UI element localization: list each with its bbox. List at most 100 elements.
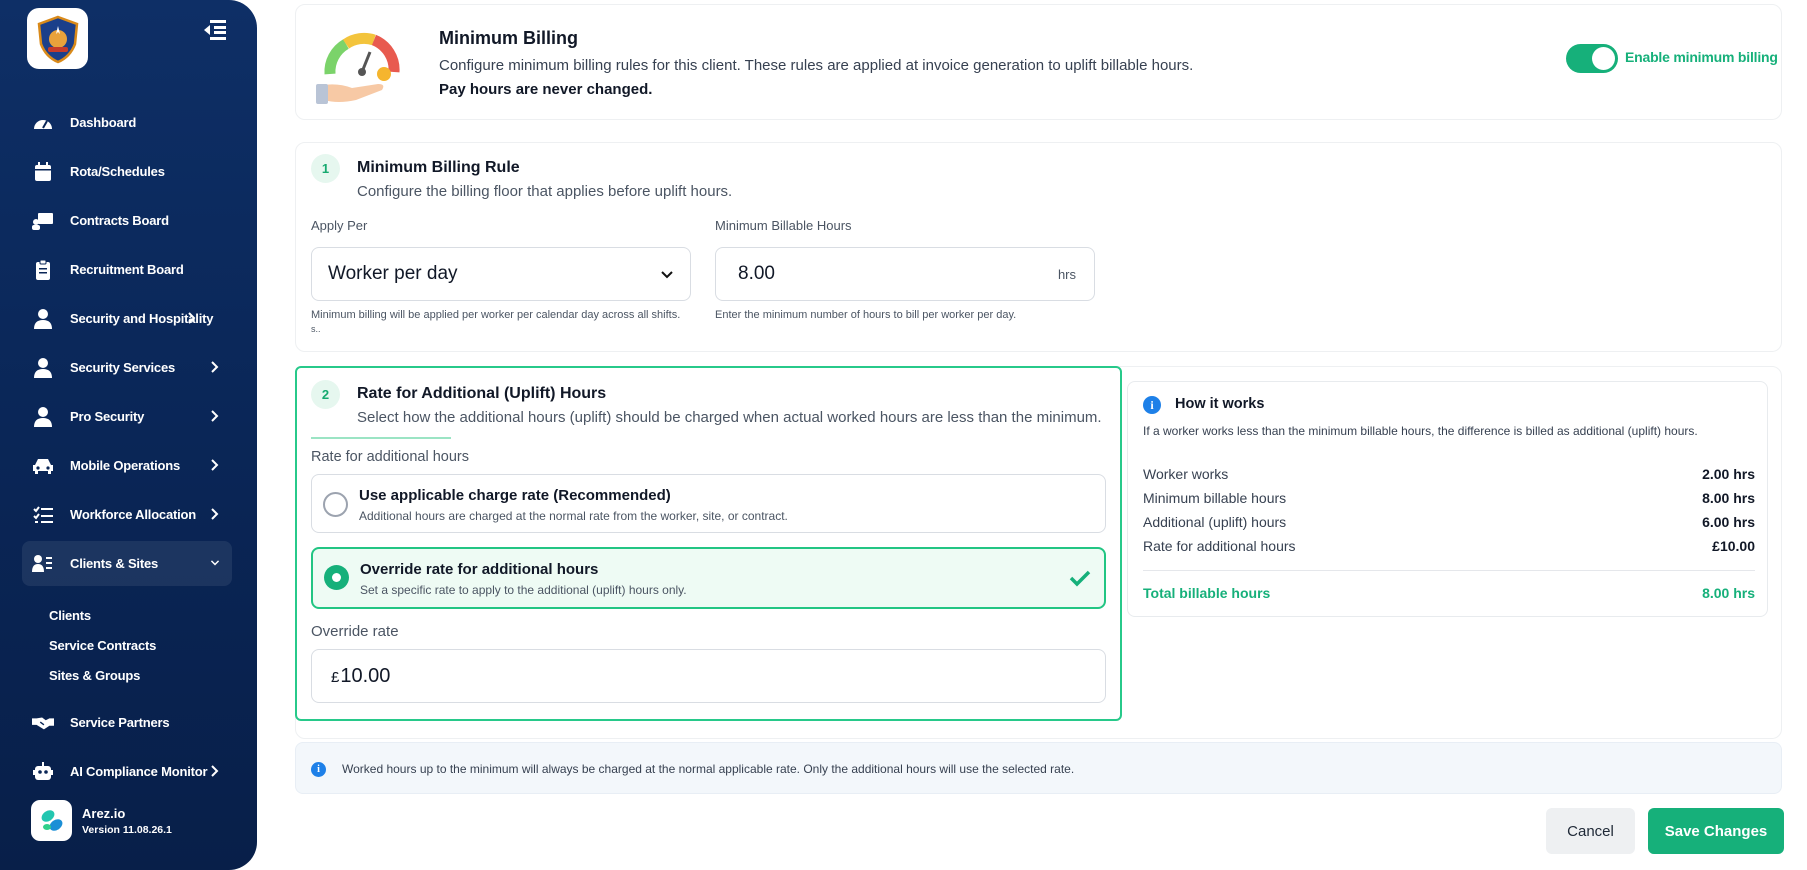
summary-label: Minimum billable hours bbox=[1143, 490, 1287, 506]
user-icon bbox=[32, 406, 54, 428]
page-description: Configure minimum billing rules for this… bbox=[439, 57, 1194, 74]
clipboard-icon bbox=[32, 259, 54, 281]
divider bbox=[1143, 570, 1755, 571]
company-logo[interactable] bbox=[27, 8, 88, 69]
sidebar-item-recruitment-board[interactable]: Recruitment Board bbox=[22, 245, 232, 294]
arez-logo-icon bbox=[31, 800, 72, 841]
sidebar-item-label: Clients & Sites bbox=[70, 556, 159, 571]
sidebar-item-label: Dashboard bbox=[70, 115, 137, 130]
app: Dashboard Rota/Schedules Contracts Board… bbox=[0, 0, 1807, 870]
info-icon: i bbox=[1143, 396, 1161, 414]
sidebar-item-label: Recruitment Board bbox=[70, 262, 184, 277]
subnav-item-service-contracts[interactable]: Service Contracts bbox=[49, 630, 232, 660]
min-hours-hint: Enter the minimum number of hours to bil… bbox=[715, 309, 1017, 321]
summary-value: 8.00 hrs bbox=[1702, 490, 1755, 506]
currency-symbol: £ bbox=[331, 668, 340, 686]
sidebar-nav: Dashboard Rota/Schedules Contracts Board… bbox=[22, 98, 232, 796]
sidebar-item-ai-compliance-monitor[interactable]: AI Compliance Monitor bbox=[22, 747, 232, 796]
total-label: Total billable hours bbox=[1143, 585, 1271, 601]
enable-minimum-billing-label[interactable]: Enable minimum billing bbox=[1625, 49, 1778, 65]
chevron-right-icon bbox=[211, 508, 219, 520]
sidebar-item-mobile-operations[interactable]: Mobile Operations bbox=[22, 441, 232, 490]
checkmark-icon bbox=[1069, 570, 1091, 587]
option-desc: Additional hours are charged at the norm… bbox=[359, 509, 788, 523]
hours-unit: hrs bbox=[1057, 267, 1076, 282]
min-hours-label: Minimum Billable Hours bbox=[715, 218, 852, 233]
brand-name: Arez.io bbox=[82, 805, 126, 821]
summary-value: £10.00 bbox=[1712, 538, 1755, 554]
total-value: 8.00 hrs bbox=[1702, 585, 1755, 601]
how-it-works-desc: If a worker works less than the minimum … bbox=[1143, 424, 1698, 438]
save-changes-button[interactable]: Save Changes bbox=[1648, 808, 1784, 854]
step-badge-1: 1 bbox=[311, 154, 340, 183]
sidebar-item-label: AI Compliance Monitor bbox=[70, 764, 208, 779]
apply-per-label: Apply Per bbox=[311, 218, 368, 233]
page-title: Minimum Billing bbox=[439, 28, 578, 48]
option-override-rate[interactable]: Override rate for additional hours Set a… bbox=[311, 547, 1106, 609]
sidebar-item-dashboard[interactable]: Dashboard bbox=[22, 98, 232, 147]
sidebar-item-label: Pro Security bbox=[70, 409, 145, 424]
apply-per-hint-overflow: s.. bbox=[311, 324, 321, 334]
section-underline bbox=[311, 437, 451, 439]
chevron-right-icon bbox=[211, 410, 219, 422]
sidebar-item-label: Contracts Board bbox=[70, 213, 169, 228]
step-badge-2: 2 bbox=[311, 380, 340, 409]
sidebar-item-service-partners[interactable]: Service Partners bbox=[22, 698, 232, 747]
summary-label: Worker works bbox=[1143, 466, 1229, 482]
shield-crest-icon bbox=[37, 15, 78, 63]
sidebar-item-security-and-hospitality[interactable]: Security and Hospitality bbox=[22, 294, 232, 343]
option-title: Use applicable charge rate (Recommended) bbox=[359, 487, 671, 504]
summary-row: Additional (uplift) hours 6.00 hrs bbox=[1143, 514, 1755, 534]
clients-subnav: Clients Service Contracts Sites & Groups bbox=[22, 588, 232, 698]
override-rate-value: 10.00 bbox=[340, 664, 391, 687]
info-note-text: Worked hours up to the minimum will alwa… bbox=[342, 762, 1075, 776]
sidebar-item-rota-schedules[interactable]: Rota/Schedules bbox=[22, 147, 232, 196]
summary-label: Rate for additional hours bbox=[1143, 538, 1296, 554]
billing-gauge-hand-icon bbox=[316, 32, 400, 104]
radio-unselected[interactable] bbox=[323, 492, 348, 517]
info-icon: i bbox=[311, 762, 326, 777]
override-rate-input[interactable]: £ 10.00 bbox=[311, 649, 1106, 703]
sidebar: Dashboard Rota/Schedules Contracts Board… bbox=[0, 0, 257, 870]
chevron-down-icon bbox=[661, 271, 673, 279]
sidebar-item-clients-and-sites[interactable]: Clients & Sites bbox=[22, 541, 232, 586]
chevron-right-icon bbox=[211, 459, 219, 471]
radio-selected[interactable] bbox=[324, 565, 349, 590]
cancel-button[interactable]: Cancel bbox=[1546, 808, 1635, 854]
subnav-item-sites-and-groups[interactable]: Sites & Groups bbox=[49, 660, 232, 690]
summary-row: Worker works 2.00 hrs bbox=[1143, 466, 1755, 486]
total-row: Total billable hours 8.00 hrs bbox=[1143, 585, 1755, 601]
section2-title: Rate for Additional (Uplift) Hours bbox=[357, 385, 607, 402]
chevron-right-icon bbox=[211, 765, 219, 777]
section2-subtitle: Select how the additional hours (uplift)… bbox=[357, 409, 1102, 426]
apply-per-select[interactable]: Worker per day bbox=[311, 247, 691, 301]
enable-minimum-billing-toggle[interactable] bbox=[1566, 44, 1618, 73]
sidebar-item-label: Rota/Schedules bbox=[70, 164, 165, 179]
calendar-icon bbox=[32, 161, 54, 183]
section1-subtitle: Configure the billing floor that applies… bbox=[357, 183, 733, 200]
sidebar-item-workforce-allocation[interactable]: Workforce Allocation bbox=[22, 490, 232, 539]
brand-block: Arez.io Version 11.08.26.1 bbox=[31, 800, 172, 841]
apply-per-hint: Minimum billing will be applied per work… bbox=[311, 309, 681, 321]
sidebar-item-label: Service Partners bbox=[70, 715, 170, 730]
min-billable-hours-input[interactable]: 8.00 hrs bbox=[715, 247, 1095, 301]
chevron-down-icon bbox=[210, 560, 220, 566]
summary-value: 6.00 hrs bbox=[1702, 514, 1755, 530]
car-icon bbox=[32, 455, 54, 477]
collapse-sidebar-icon[interactable] bbox=[202, 16, 228, 42]
rate-for-additional-hours-label: Rate for additional hours bbox=[311, 449, 469, 465]
subnav-item-clients[interactable]: Clients bbox=[49, 600, 232, 630]
handshake-icon bbox=[32, 712, 54, 734]
override-rate-label: Override rate bbox=[311, 623, 399, 640]
option-applicable-charge-rate[interactable]: Use applicable charge rate (Recommended)… bbox=[311, 474, 1106, 533]
chevron-right-icon bbox=[211, 361, 219, 373]
user-icon bbox=[32, 357, 54, 379]
option-desc: Set a specific rate to apply to the addi… bbox=[360, 583, 687, 597]
sidebar-item-label: Mobile Operations bbox=[70, 458, 181, 473]
sidebar-item-contracts-board[interactable]: Contracts Board bbox=[22, 196, 232, 245]
sidebar-item-label: Workforce Allocation bbox=[70, 507, 197, 522]
clients-icon bbox=[32, 553, 54, 575]
sidebar-item-pro-security[interactable]: Pro Security bbox=[22, 392, 232, 441]
sidebar-item-security-services[interactable]: Security Services bbox=[22, 343, 232, 392]
user-icon bbox=[32, 308, 54, 330]
